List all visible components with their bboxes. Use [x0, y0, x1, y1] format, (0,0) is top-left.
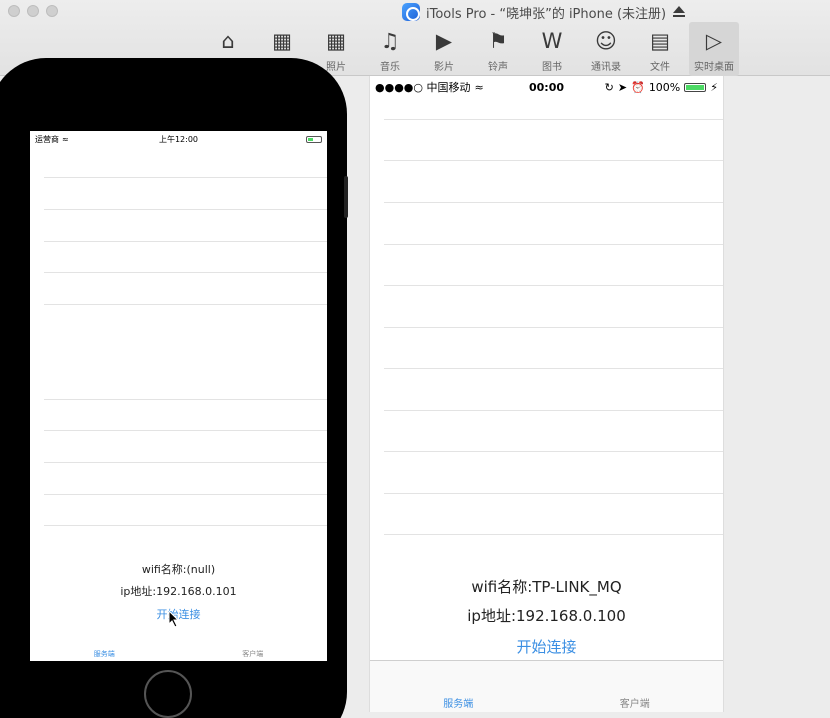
table-row — [384, 244, 723, 245]
device-clock-label: 00:00 — [528, 80, 564, 94]
toolbar-books[interactable]: W 图书 — [534, 22, 570, 76]
toolbar-contacts[interactable]: ☺ 通讯录 — [588, 22, 624, 76]
device-ip-address-label: ip地址:192.168.0.100 — [467, 607, 626, 625]
table-row — [44, 272, 327, 273]
play-icon: ▶ — [435, 29, 453, 53]
mouse-cursor-icon — [168, 610, 180, 628]
toolbar-videos-label: 影片 — [434, 62, 454, 73]
bell-icon: ⚑ — [488, 29, 508, 53]
table-row — [384, 285, 723, 286]
toolbar-music[interactable]: ♫ 音乐 — [372, 22, 408, 76]
toolbar-videos[interactable]: ▶ 影片 — [426, 22, 462, 76]
photo-icon: ▦ — [326, 29, 346, 53]
toolbar-contacts-label: 通讯录 — [591, 62, 621, 73]
table-row — [44, 430, 327, 431]
device-tab-bar: 服务端 客户端 — [370, 660, 723, 712]
table-row — [44, 494, 327, 495]
live-device-screen: ●●●●○ 中国移动 ≈ 00:00 ↻ ➤ ⏰ 100% ⚡ wifi名称:T… — [369, 76, 724, 712]
toolbar-books-label: 图书 — [542, 62, 562, 73]
itools-logo-icon — [402, 3, 420, 21]
table-row — [384, 202, 723, 203]
book-icon: W — [541, 29, 563, 53]
folder-icon: ▤ — [650, 29, 670, 53]
table-row — [384, 493, 723, 494]
toolbar-ringtones[interactable]: ⚑ 铃声 — [480, 22, 516, 76]
device-tab-server[interactable]: 服务端 — [370, 661, 547, 712]
device-start-connect-button[interactable]: 开始连接 — [370, 636, 723, 657]
music-icon: ♫ — [380, 29, 400, 53]
power-button — [344, 176, 348, 218]
tab-server[interactable]: 服务端 — [30, 649, 179, 661]
table-row — [384, 534, 723, 535]
ip-address-label: ip地址:192.168.0.101 — [120, 585, 237, 598]
toolbar-files-label: 文件 — [650, 62, 670, 73]
table-row — [44, 399, 327, 400]
battery-icon — [306, 135, 322, 143]
device-wifi-name-label: wifi名称:TP-LINK_MQ — [471, 578, 622, 596]
wifi-name-label: wifi名称:(null) — [141, 563, 216, 576]
table-row — [384, 368, 723, 369]
home-button[interactable] — [144, 670, 192, 718]
toolbar-live-desktop-label: 实时桌面 — [694, 62, 734, 73]
minimize-window-button[interactable] — [27, 5, 39, 17]
table-row — [44, 177, 327, 178]
tab-client[interactable]: 客户端 — [179, 649, 328, 661]
toolbar-files[interactable]: ▤ 文件 — [642, 22, 678, 76]
table-row — [44, 304, 327, 305]
toolbar-live-desktop[interactable]: ▷ 实时桌面 — [689, 22, 739, 76]
device-battery-icon — [684, 82, 707, 92]
device-status-bar: ●●●●○ 中国移动 ≈ 00:00 ↻ ➤ ⏰ 100% ⚡ — [370, 76, 723, 98]
table-row — [44, 525, 327, 526]
table-row — [384, 119, 723, 120]
window-title-text: iTools Pro - “晓坤张”的 iPhone (未注册) — [426, 6, 667, 22]
apps-icon: ▦ — [272, 29, 292, 53]
contacts-icon: ☺ — [595, 29, 617, 53]
table-row — [44, 209, 327, 210]
device-tab-client[interactable]: 客户端 — [547, 661, 724, 712]
toolbar-music-label: 音乐 — [380, 62, 400, 73]
home-icon: ⌂ — [221, 29, 235, 53]
eject-icon[interactable] — [672, 6, 686, 18]
window-title: iTools Pro - “晓坤张”的 iPhone (未注册) — [402, 3, 686, 22]
toolbar-photos-label: 照片 — [326, 62, 346, 73]
simulator-screen: 运营商 ≈ 上午12:00 wifi名称:(null) ip地址:192.168… — [30, 131, 327, 661]
table-row — [44, 241, 327, 242]
table-row — [384, 327, 723, 328]
simulator-status-bar: 运营商 ≈ 上午12:00 — [30, 131, 327, 147]
table-row — [384, 160, 723, 161]
table-row — [384, 410, 723, 411]
close-window-button[interactable] — [8, 5, 20, 17]
table-row — [384, 451, 723, 452]
toolbar-ringtones-label: 铃声 — [488, 62, 508, 73]
clock-label: 上午12:00 — [158, 134, 199, 144]
screen-icon: ▷ — [705, 29, 723, 53]
zoom-window-button[interactable] — [46, 5, 58, 17]
simulator-tab-bar: 服务端 客户端 — [30, 649, 327, 661]
table-row — [44, 462, 327, 463]
